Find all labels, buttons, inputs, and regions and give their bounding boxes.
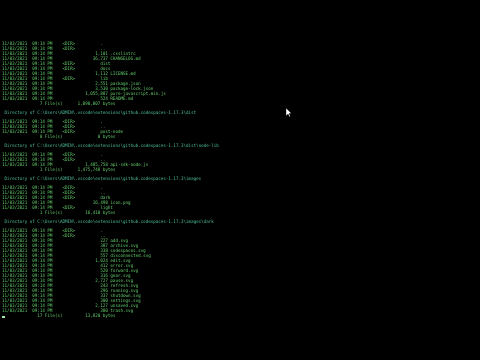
- terminal-output-line: 1 File(s) 1,475,748 bytes: [2, 167, 116, 172]
- terminal-output-line: 17 File(s) 13,820 bytes: [2, 313, 116, 318]
- terminal-output-line: 7 File(s) 1,098,807 bytes: [2, 101, 116, 106]
- directory-header-line: Directory of C:\Users\ADMIN\.vscode\exte…: [2, 176, 202, 181]
- text-caret: [2, 316, 5, 318]
- terminal-window[interactable]: 11/03/2021 09:14 PM <DIR> . 11/03/2021 09…: [0, 0, 480, 360]
- directory-header-line: Directory of C:\Users\ADMIN\.vscode\exte…: [2, 110, 197, 115]
- directory-header-line: Directory of C:\Users\ADMIN\.vscode\exte…: [2, 143, 219, 148]
- terminal-output-line: 0 File(s) 0 bytes: [2, 134, 116, 139]
- terminal-output-line: 1 File(s) 16,418 bytes: [2, 210, 116, 215]
- directory-header-line: Directory of C:\Users\ADMIN\.vscode\exte…: [2, 219, 214, 224]
